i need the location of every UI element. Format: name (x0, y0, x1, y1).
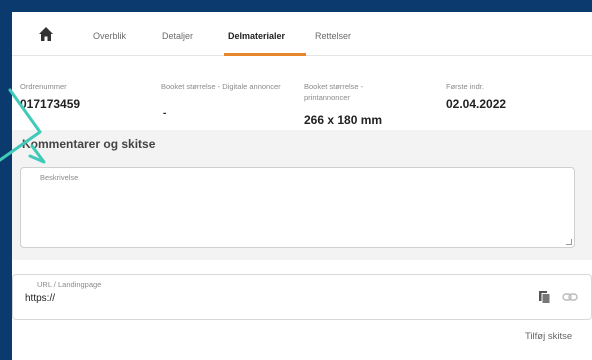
copy-icon[interactable] (538, 290, 552, 304)
active-tab-indicator (224, 53, 306, 56)
tab-detaljer[interactable]: Detaljer (162, 31, 193, 41)
description-label: Beskrivelse (37, 173, 82, 182)
order-number-label: Ordrenummer (20, 82, 67, 91)
digital-size-label: Booket størrelse - Digitale annoncer (161, 82, 281, 91)
print-size-label: Booket størrelse - printannoncer (304, 82, 364, 102)
description-textarea[interactable] (20, 167, 575, 248)
first-insertion-label: Første indr. (446, 82, 484, 91)
tab-rettelser[interactable]: Rettelser (315, 31, 351, 41)
tab-delmaterialer[interactable]: Delmaterialer (228, 31, 285, 41)
tab-bar: Overblik Detaljer Delmaterialer Rettelse… (12, 12, 592, 56)
print-size-value: 266 x 180 mm (304, 113, 383, 127)
link-icon[interactable] (562, 292, 578, 302)
digital-size-value: - (163, 108, 167, 119)
first-insertion-value: 02.04.2022 (446, 97, 507, 111)
home-icon[interactable] (38, 26, 54, 42)
add-sketch-link[interactable]: Tilføj skitse (525, 331, 572, 342)
order-number-value: 017173459 (20, 97, 81, 111)
url-value[interactable]: https:// (25, 293, 55, 304)
tab-overblik[interactable]: Overblik (93, 31, 126, 41)
resize-handle[interactable] (566, 239, 572, 245)
url-label: URL / Landingpage (34, 280, 105, 289)
comments-title: Kommentarer og skitse (22, 137, 156, 151)
